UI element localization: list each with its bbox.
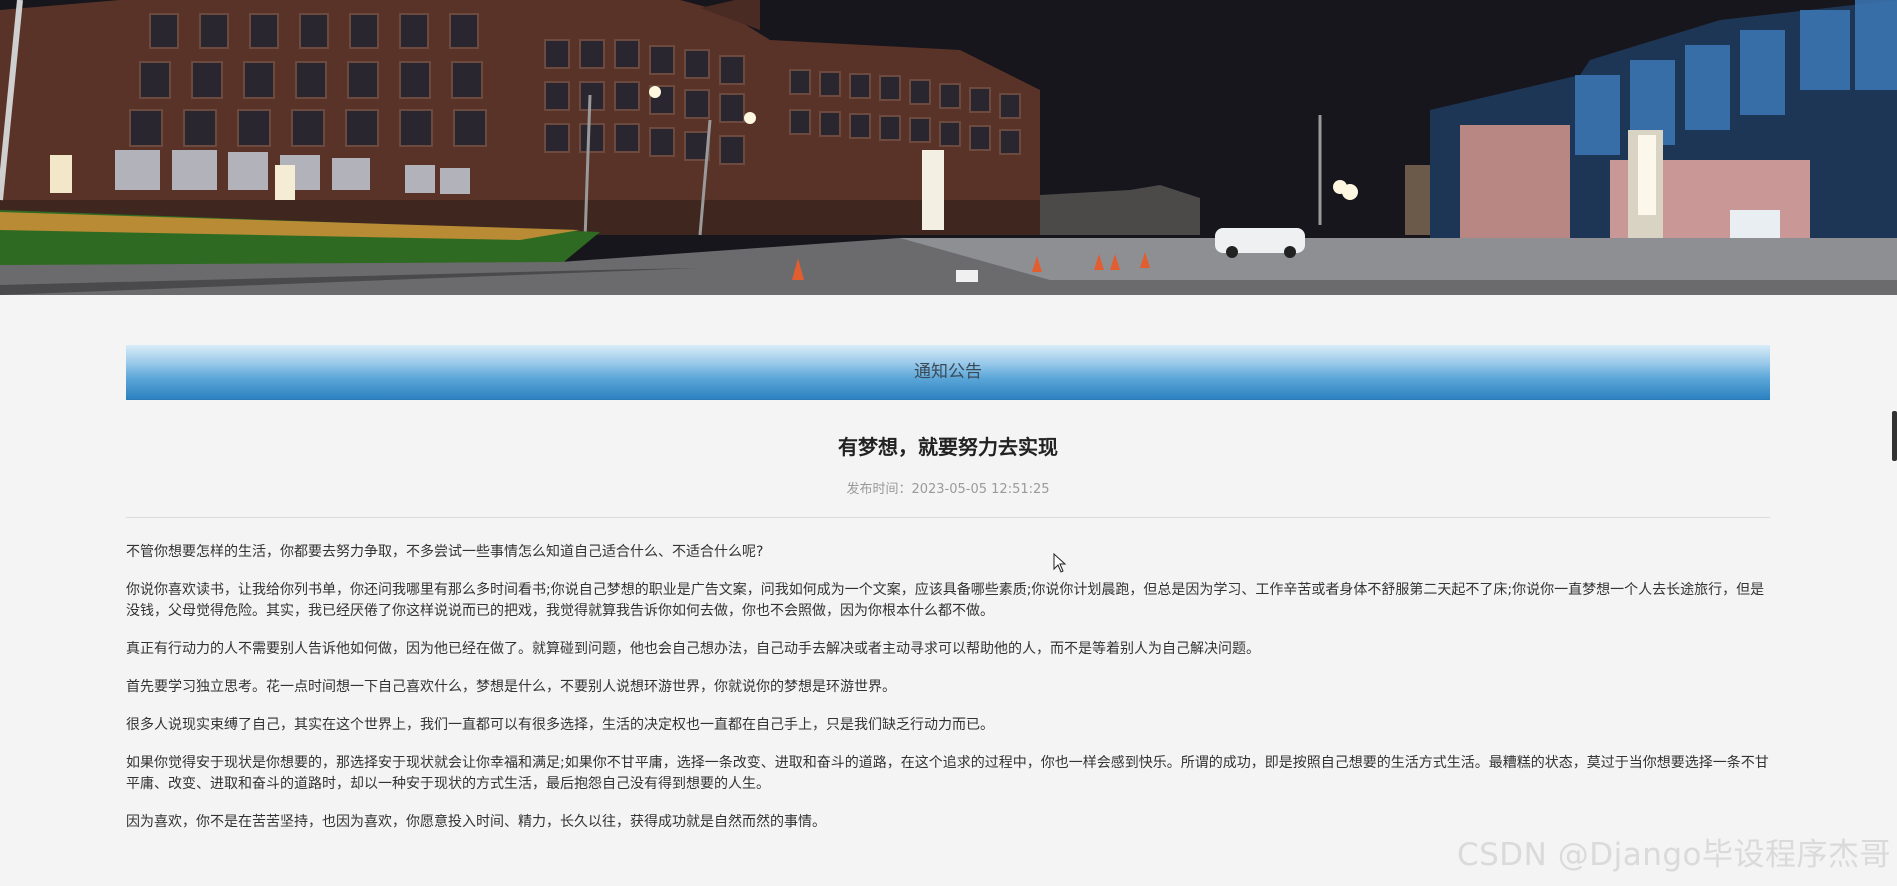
main-content: 通知公告 有梦想，就要努力去实现 发布时间：2023-05-05 12:51:2…: [126, 345, 1770, 850]
article-paragraph: 很多人说现实束缚了自己，其实在这个世界上，我们一直都可以有很多选择，生活的决定权…: [126, 717, 994, 733]
divider: [126, 517, 1770, 518]
scrollbar-thumb[interactable]: [1892, 411, 1897, 461]
article-paragraph: 不管你想要怎样的生活，你都要去努力争取，不多尝试一些事情怎么知道自己适合什么、不…: [126, 544, 764, 560]
campus-night-photo: [0, 0, 1897, 295]
mouse-cursor-icon: [1053, 552, 1067, 577]
article-paragraph: 你说你喜欢读书，让我给你列书单，你还问我哪里有那么多时间看书;你说自己梦想的职业…: [126, 582, 1765, 619]
section-header-notice: 通知公告: [126, 345, 1770, 400]
publish-time-label: 发布时间：: [846, 482, 912, 497]
article-title: 有梦想，就要努力去实现: [838, 435, 1058, 459]
watermark-text: CSDN @Django毕设程序杰哥: [1456, 837, 1891, 873]
publish-time-value: 2023-05-05 12:51:25: [911, 482, 1050, 497]
article-meta: 发布时间：2023-05-05 12:51:25: [126, 480, 1770, 500]
article-paragraph: 首先要学习独立思考。花一点时间想一下自己喜欢什么，梦想是什么，不要别人说想环游世…: [126, 679, 896, 695]
article-paragraph: 如果你觉得安于现状是你想要的，那选择安于现状就会让你幸福和满足;如果你不甘平庸，…: [126, 755, 1769, 792]
banner-image: [0, 0, 1897, 295]
article-body: 不管你想要怎样的生活，你都要去努力争取，不多尝试一些事情怎么知道自己适合什么、不…: [126, 542, 1770, 833]
article-paragraph: 真正有行动力的人不需要别人告诉他如何做，因为他已经在做了。就算碰到问题，他也会自…: [126, 641, 1260, 657]
